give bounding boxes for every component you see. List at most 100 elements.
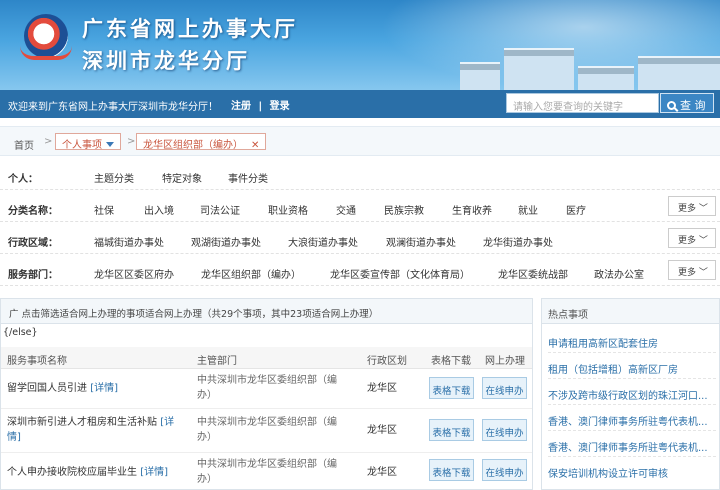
filter-option[interactable]: 就业	[518, 202, 538, 217]
service-name: 留学回国人员引进 [详情]	[7, 383, 118, 394]
column-header: 行政区划	[367, 356, 407, 367]
search-icon	[667, 101, 676, 110]
filter-option[interactable]: 生育收养	[452, 202, 492, 217]
more-button[interactable]: 更多 ﹀	[668, 196, 716, 216]
breadcrumb-level1-label: 个人事项	[62, 140, 102, 151]
hot-item-link[interactable]: 不涉及跨市级行政区划的珠江河口...	[548, 381, 716, 405]
breadcrumb-separator: >	[44, 136, 53, 147]
filter-option[interactable]: 事件分类	[228, 170, 268, 185]
search-button-label: 查 询	[680, 99, 706, 112]
filter-option[interactable]: 政法办公室	[594, 266, 644, 281]
apply-online-button[interactable]: 在线申办	[482, 419, 527, 441]
service-dept: 中共深圳市龙华区委组织部（编 办）	[197, 417, 337, 443]
filter-option[interactable]: 特定对象	[162, 170, 202, 185]
filter-row-personal: 个人： 主题分类 特定对象 事件分类	[0, 160, 720, 190]
breadcrumb-separator: >	[127, 136, 136, 147]
filter-option[interactable]: 主题分类	[94, 170, 134, 185]
filter-option[interactable]: 龙华区区委区府办	[94, 266, 174, 281]
filter-option[interactable]: 龙华区委统战部	[498, 266, 568, 281]
station-building-shape	[504, 48, 574, 90]
filter-option[interactable]: 交通	[336, 202, 356, 217]
filter-option[interactable]: 龙华区委宣传部（文化体育局）	[330, 266, 470, 281]
filter-row-region: 行政区域： 福城街道办事处 观湖街道办事处 大浪街道办事处 观澜街道办事处 龙华…	[0, 224, 720, 254]
city-skyline-image	[460, 40, 720, 90]
nav-divider: |	[258, 101, 263, 112]
building-shape	[638, 56, 720, 90]
filter-label: 个人：	[8, 174, 38, 185]
login-link[interactable]: 登录	[270, 101, 290, 112]
table-row: 留学回国人员引进 [详情] 中共深圳市龙华区委组织部（编 办） 龙华区 表格下载 …	[1, 369, 532, 409]
service-region: 龙华区	[367, 425, 397, 436]
apply-online-button[interactable]: 在线申办	[482, 377, 527, 399]
more-label: 更多	[678, 236, 697, 246]
table-header: 服务事项名称 主管部门 行政区划 表格下载 网上办理	[1, 347, 532, 369]
breadcrumb-home[interactable]: 首页	[14, 137, 34, 152]
register-link[interactable]: 注册	[231, 101, 251, 112]
filter-option[interactable]: 职业资格	[268, 202, 308, 217]
filter-option[interactable]: 观澜街道办事处	[386, 234, 456, 249]
hot-items-header: 热点事项	[542, 299, 719, 324]
table-row: 个人申办接收院校应届毕业生 [详情] 中共深圳市龙华区委组织部（编 办） 龙华区 …	[1, 453, 532, 489]
hot-items-panel: 热点事项 申请租用高新区配套住房 租用（包括增租）高新区厂房 不涉及跨市级行政区…	[541, 298, 720, 490]
download-form-button[interactable]: 表格下载	[429, 419, 474, 441]
hot-item-link[interactable]: 香港、澳门律师事务所驻粤代表机...	[548, 433, 716, 457]
close-icon[interactable]: ✕	[251, 140, 259, 151]
building-shape	[578, 66, 634, 90]
filter-label: 行政区域：	[8, 238, 58, 249]
detail-link[interactable]: [详情]	[90, 383, 118, 394]
download-form-button[interactable]: 表格下载	[429, 459, 474, 481]
service-name: 个人申办接收院校应届毕业生 [详情]	[7, 467, 168, 478]
top-nav-bar: 欢迎来到广东省网上办事大厅深圳市龙华分厅！ 注册 | 登录 请输入您要查询的关键…	[0, 90, 720, 118]
hot-items-title: 热点事项	[548, 310, 588, 321]
more-button[interactable]: 更多 ﹀	[668, 260, 716, 280]
site-title: 广东省网上办事大厅	[82, 17, 298, 41]
filter-option[interactable]: 福城街道办事处	[94, 234, 164, 249]
hot-item-link[interactable]: 香港、澳门律师事务所驻粤代表机...	[548, 407, 716, 431]
table-row: 深圳市新引进人才租房和生活补贴 [详情] 中共深圳市龙华区委组织部（编 办） 龙华…	[1, 409, 532, 453]
filter-option[interactable]: 民族宗教	[384, 202, 424, 217]
service-name: 深圳市新引进人才租房和生活补贴 [详情]	[7, 417, 175, 443]
filter-option[interactable]: 龙华区组织部（编办）	[201, 266, 301, 281]
detail-link[interactable]: [详情]	[140, 467, 168, 478]
more-label: 更多	[678, 204, 697, 214]
service-list-panel: 广 点击筛选适合网上办理的事项适合网上办理（共29个事项，其中23项适合网上办理…	[0, 298, 533, 490]
chevron-down-icon	[106, 142, 114, 147]
column-header: 表格下载	[431, 356, 471, 367]
hot-item-link[interactable]: 保安培训机构设立许可审核	[548, 459, 716, 483]
hot-item-link[interactable]: 申请租用高新区配套住房	[548, 329, 716, 353]
filter-label: 分类名称：	[8, 206, 58, 217]
breadcrumb-dept-tag: 龙华区组织部（编办） ✕	[136, 133, 267, 151]
template-artifact-text: {/else}	[3, 327, 38, 338]
filter-label: 服务部门：	[8, 270, 58, 281]
building-shape	[460, 62, 500, 90]
site-subtitle: 深圳市龙华分厅	[82, 49, 250, 73]
more-button[interactable]: 更多 ﹀	[668, 228, 716, 248]
hot-item-link[interactable]: 租用（包括增租）高新区厂房	[548, 355, 716, 379]
more-label: 更多	[678, 268, 697, 278]
filter-option[interactable]: 司法公证	[200, 202, 240, 217]
filter-option[interactable]: 龙华街道办事处	[483, 234, 553, 249]
list-summary-text: 广 点击筛选适合网上办理的事项适合网上办理（共29个事项，其中23项适合网上办理…	[9, 309, 379, 320]
site-banner: 广东省网上办事大厅 深圳市龙华分厅	[0, 0, 720, 90]
filter-option[interactable]: 观湖街道办事处	[191, 234, 261, 249]
site-logo-arc	[20, 46, 72, 60]
breadcrumb: 首页 > 个人事项 > 龙华区组织部（编办） ✕	[0, 126, 720, 156]
download-form-button[interactable]: 表格下载	[429, 377, 474, 399]
filter-option[interactable]: 医疗	[566, 202, 586, 217]
breadcrumb-level2-label: 龙华区组织部（编办）	[143, 140, 243, 151]
list-summary-bar: 广 点击筛选适合网上办理的事项适合网上办理（共29个事项，其中23项适合网上办理…	[1, 299, 532, 324]
breadcrumb-personal-dropdown[interactable]: 个人事项	[55, 133, 121, 151]
welcome-text: 欢迎来到广东省网上办事大厅深圳市龙华分厅！	[8, 102, 218, 113]
filter-option[interactable]: 大浪街道办事处	[288, 234, 358, 249]
column-header: 主管部门	[197, 356, 237, 367]
service-region: 龙华区	[367, 467, 397, 478]
filter-option[interactable]: 出入境	[144, 202, 174, 217]
service-region: 龙华区	[367, 383, 397, 394]
column-header: 网上办理	[485, 356, 525, 367]
search-button[interactable]: 查 询	[660, 93, 714, 113]
search-input[interactable]: 请输入您要查询的关键字	[506, 93, 659, 113]
column-header: 服务事项名称	[7, 356, 67, 367]
apply-online-button[interactable]: 在线申办	[482, 459, 527, 481]
filter-option[interactable]: 社保	[94, 202, 114, 217]
filter-row-department: 服务部门： 龙华区区委区府办 龙华区组织部（编办） 龙华区委宣传部（文化体育局）…	[0, 256, 720, 286]
